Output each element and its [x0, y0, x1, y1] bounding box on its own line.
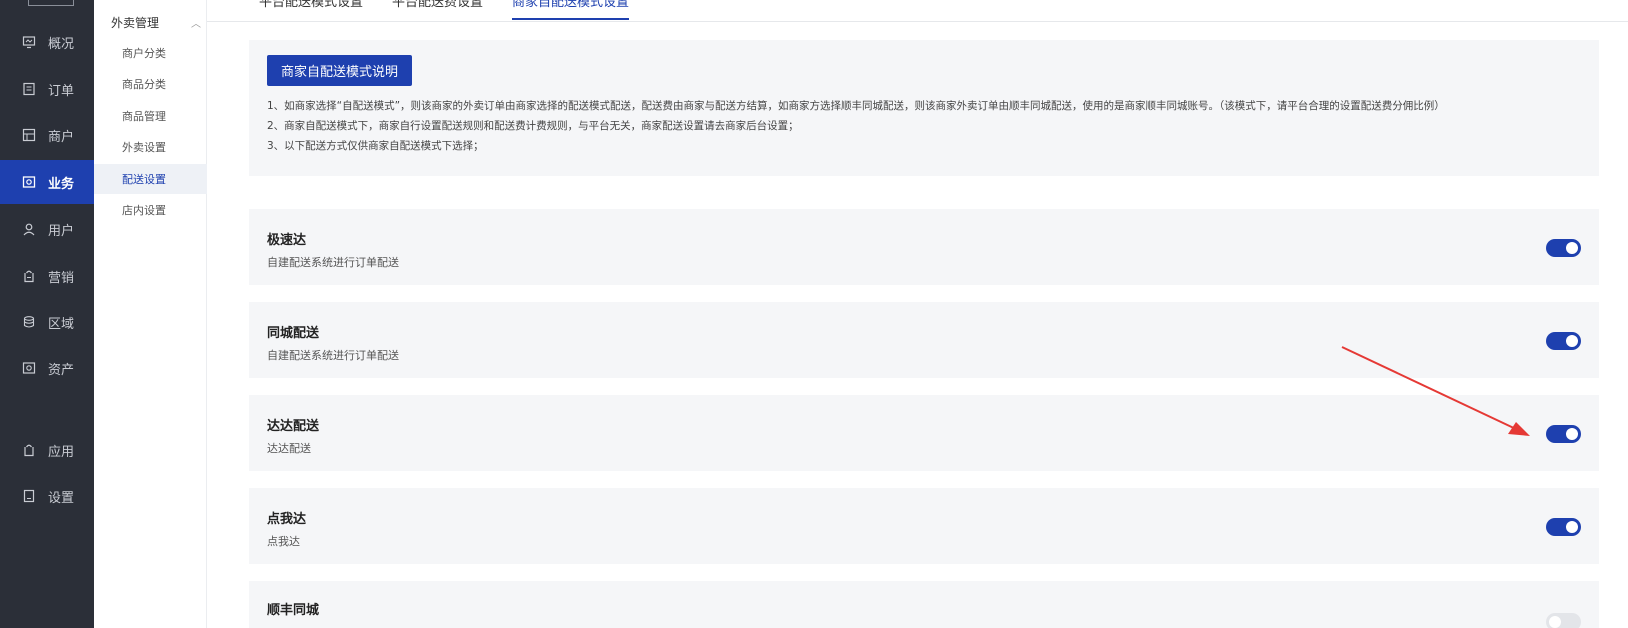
delivery-option-toggle[interactable] [1546, 518, 1581, 536]
submenu-item-label: 商品管理 [122, 110, 166, 123]
info-line-1: 1、如商家选择“自配送模式”，则该商家的外卖订单由商家选择的配送模式配送，配送费… [267, 100, 1445, 112]
tab-platform-delivery-fee[interactable]: 平台配送费设置 [392, 0, 483, 20]
toggle-knob [1566, 242, 1578, 254]
sidebar-item-merchants[interactable]: 商户 [0, 113, 94, 157]
sidebar-item-label: 概况 [48, 36, 75, 52]
delivery-option-name: 顺丰同城 [267, 603, 320, 618]
region-icon [22, 315, 36, 329]
sidebar-item-label: 营销 [48, 270, 75, 286]
tab-bar: 平台配送模式设置 平台配送费设置 商家自配送模式设置 [207, 0, 1628, 22]
submenu-group-label: 外卖管理 [111, 15, 160, 30]
chevron-up-icon: ︿ [191, 18, 201, 30]
sidebar-item-label: 业务 [48, 176, 75, 192]
sidebar-item-users[interactable]: 用户 [0, 207, 94, 251]
delivery-option-name: 同城配送 [267, 326, 320, 341]
submenu-item-dine-in-settings[interactable]: 店内设置 [94, 195, 207, 225]
delivery-option-desc: 自建配送系统进行订单配送 [267, 349, 399, 362]
submenu-item-label: 外卖设置 [122, 141, 166, 154]
tab-merchant-self-delivery[interactable]: 商家自配送模式设置 [512, 0, 630, 20]
app-icon [22, 443, 36, 457]
submenu-item-product-management[interactable]: 商品管理 [94, 101, 207, 131]
info-line-3: 3、以下配送方式仅供商家自配送模式下选择； [267, 140, 484, 152]
delivery-option-desc: 自建配送系统进行订单配送 [267, 256, 399, 269]
tab-platform-delivery-mode[interactable]: 平台配送模式设置 [259, 0, 363, 20]
sidebar-item-label: 设置 [48, 490, 75, 506]
self-delivery-explanation-button[interactable]: 商家自配送模式说明 [267, 55, 412, 86]
toggle-knob [1566, 335, 1578, 347]
submenu-item-merchant-category[interactable]: 商户分类 [94, 38, 207, 68]
sidebar-item-region[interactable]: 区域 [0, 300, 94, 344]
delivery-option-card: 极速达 自建配送系统进行订单配送 [249, 209, 1599, 285]
delivery-option-name: 达达配送 [267, 419, 320, 434]
delivery-option-card: 顺丰同城 [249, 581, 1599, 628]
monitor-icon [22, 35, 36, 49]
sidebar-item-label: 应用 [48, 444, 75, 460]
sidebar-item-label: 区域 [48, 316, 75, 332]
submenu-item-delivery-settings[interactable]: 配送设置 [94, 164, 207, 194]
delivery-option-desc: 点我达 [267, 535, 300, 548]
submenu-item-label: 商户分类 [122, 47, 166, 60]
delivery-option-toggle[interactable] [1546, 613, 1581, 628]
sidebar-item-assets[interactable]: 资产 [0, 346, 94, 390]
logo [28, 0, 74, 6]
marketing-icon [22, 269, 36, 283]
main-sidebar: 概况 订单 商户 业务 用户 营销 区域 资产 应用 设置 [0, 0, 94, 628]
info-line-2: 2、商家自配送模式下，商家自行设置配送规则和配送费计费规则，与平台无关，商家配送… [267, 120, 799, 132]
sidebar-item-label: 商户 [48, 129, 75, 145]
sidebar-item-label: 用户 [48, 223, 75, 239]
submenu-item-takeout-settings[interactable]: 外卖设置 [94, 132, 207, 162]
delivery-option-name: 极速达 [267, 233, 307, 248]
sidebar-item-label: 资产 [48, 362, 75, 378]
sidebar-item-settings[interactable]: 设置 [0, 474, 94, 518]
sidebar-item-marketing[interactable]: 营销 [0, 254, 94, 298]
delivery-option-card: 达达配送 达达配送 [249, 395, 1599, 471]
sidebar-item-orders[interactable]: 订单 [0, 67, 94, 111]
submenu-item-label: 店内设置 [122, 204, 166, 217]
submenu-item-label: 配送设置 [122, 173, 166, 186]
delivery-option-toggle[interactable] [1546, 239, 1581, 257]
order-icon [22, 82, 36, 96]
sidebar-item-apps[interactable]: 应用 [0, 428, 94, 472]
delivery-option-desc: 达达配送 [267, 442, 311, 455]
secondary-menu: 外卖管理 ︿ 商户分类 商品分类 商品管理 外卖设置 配送设置 店内设置 [94, 0, 207, 628]
toggle-knob [1549, 616, 1561, 628]
settings-icon [22, 489, 36, 503]
info-panel: 商家自配送模式说明 1、如商家选择“自配送模式”，则该商家的外卖订单由商家选择的… [249, 40, 1599, 176]
user-icon [22, 222, 36, 236]
delivery-option-card: 点我达 点我达 [249, 488, 1599, 564]
submenu-item-product-category[interactable]: 商品分类 [94, 69, 207, 99]
delivery-option-toggle[interactable] [1546, 332, 1581, 350]
delivery-option-name: 点我达 [267, 512, 307, 527]
toggle-knob [1566, 521, 1578, 533]
asset-icon [22, 361, 36, 375]
shop-icon [22, 128, 36, 142]
sidebar-item-overview[interactable]: 概况 [0, 20, 94, 64]
toggle-knob [1566, 428, 1578, 440]
sidebar-item-business[interactable]: 业务 [0, 160, 94, 204]
submenu-group-title[interactable]: 外卖管理 ︿ [111, 12, 201, 32]
delivery-option-card: 同城配送 自建配送系统进行订单配送 [249, 302, 1599, 378]
sidebar-item-label: 订单 [48, 83, 75, 99]
delivery-option-toggle[interactable] [1546, 425, 1581, 443]
business-icon [22, 175, 36, 189]
submenu-item-label: 商品分类 [122, 78, 166, 91]
